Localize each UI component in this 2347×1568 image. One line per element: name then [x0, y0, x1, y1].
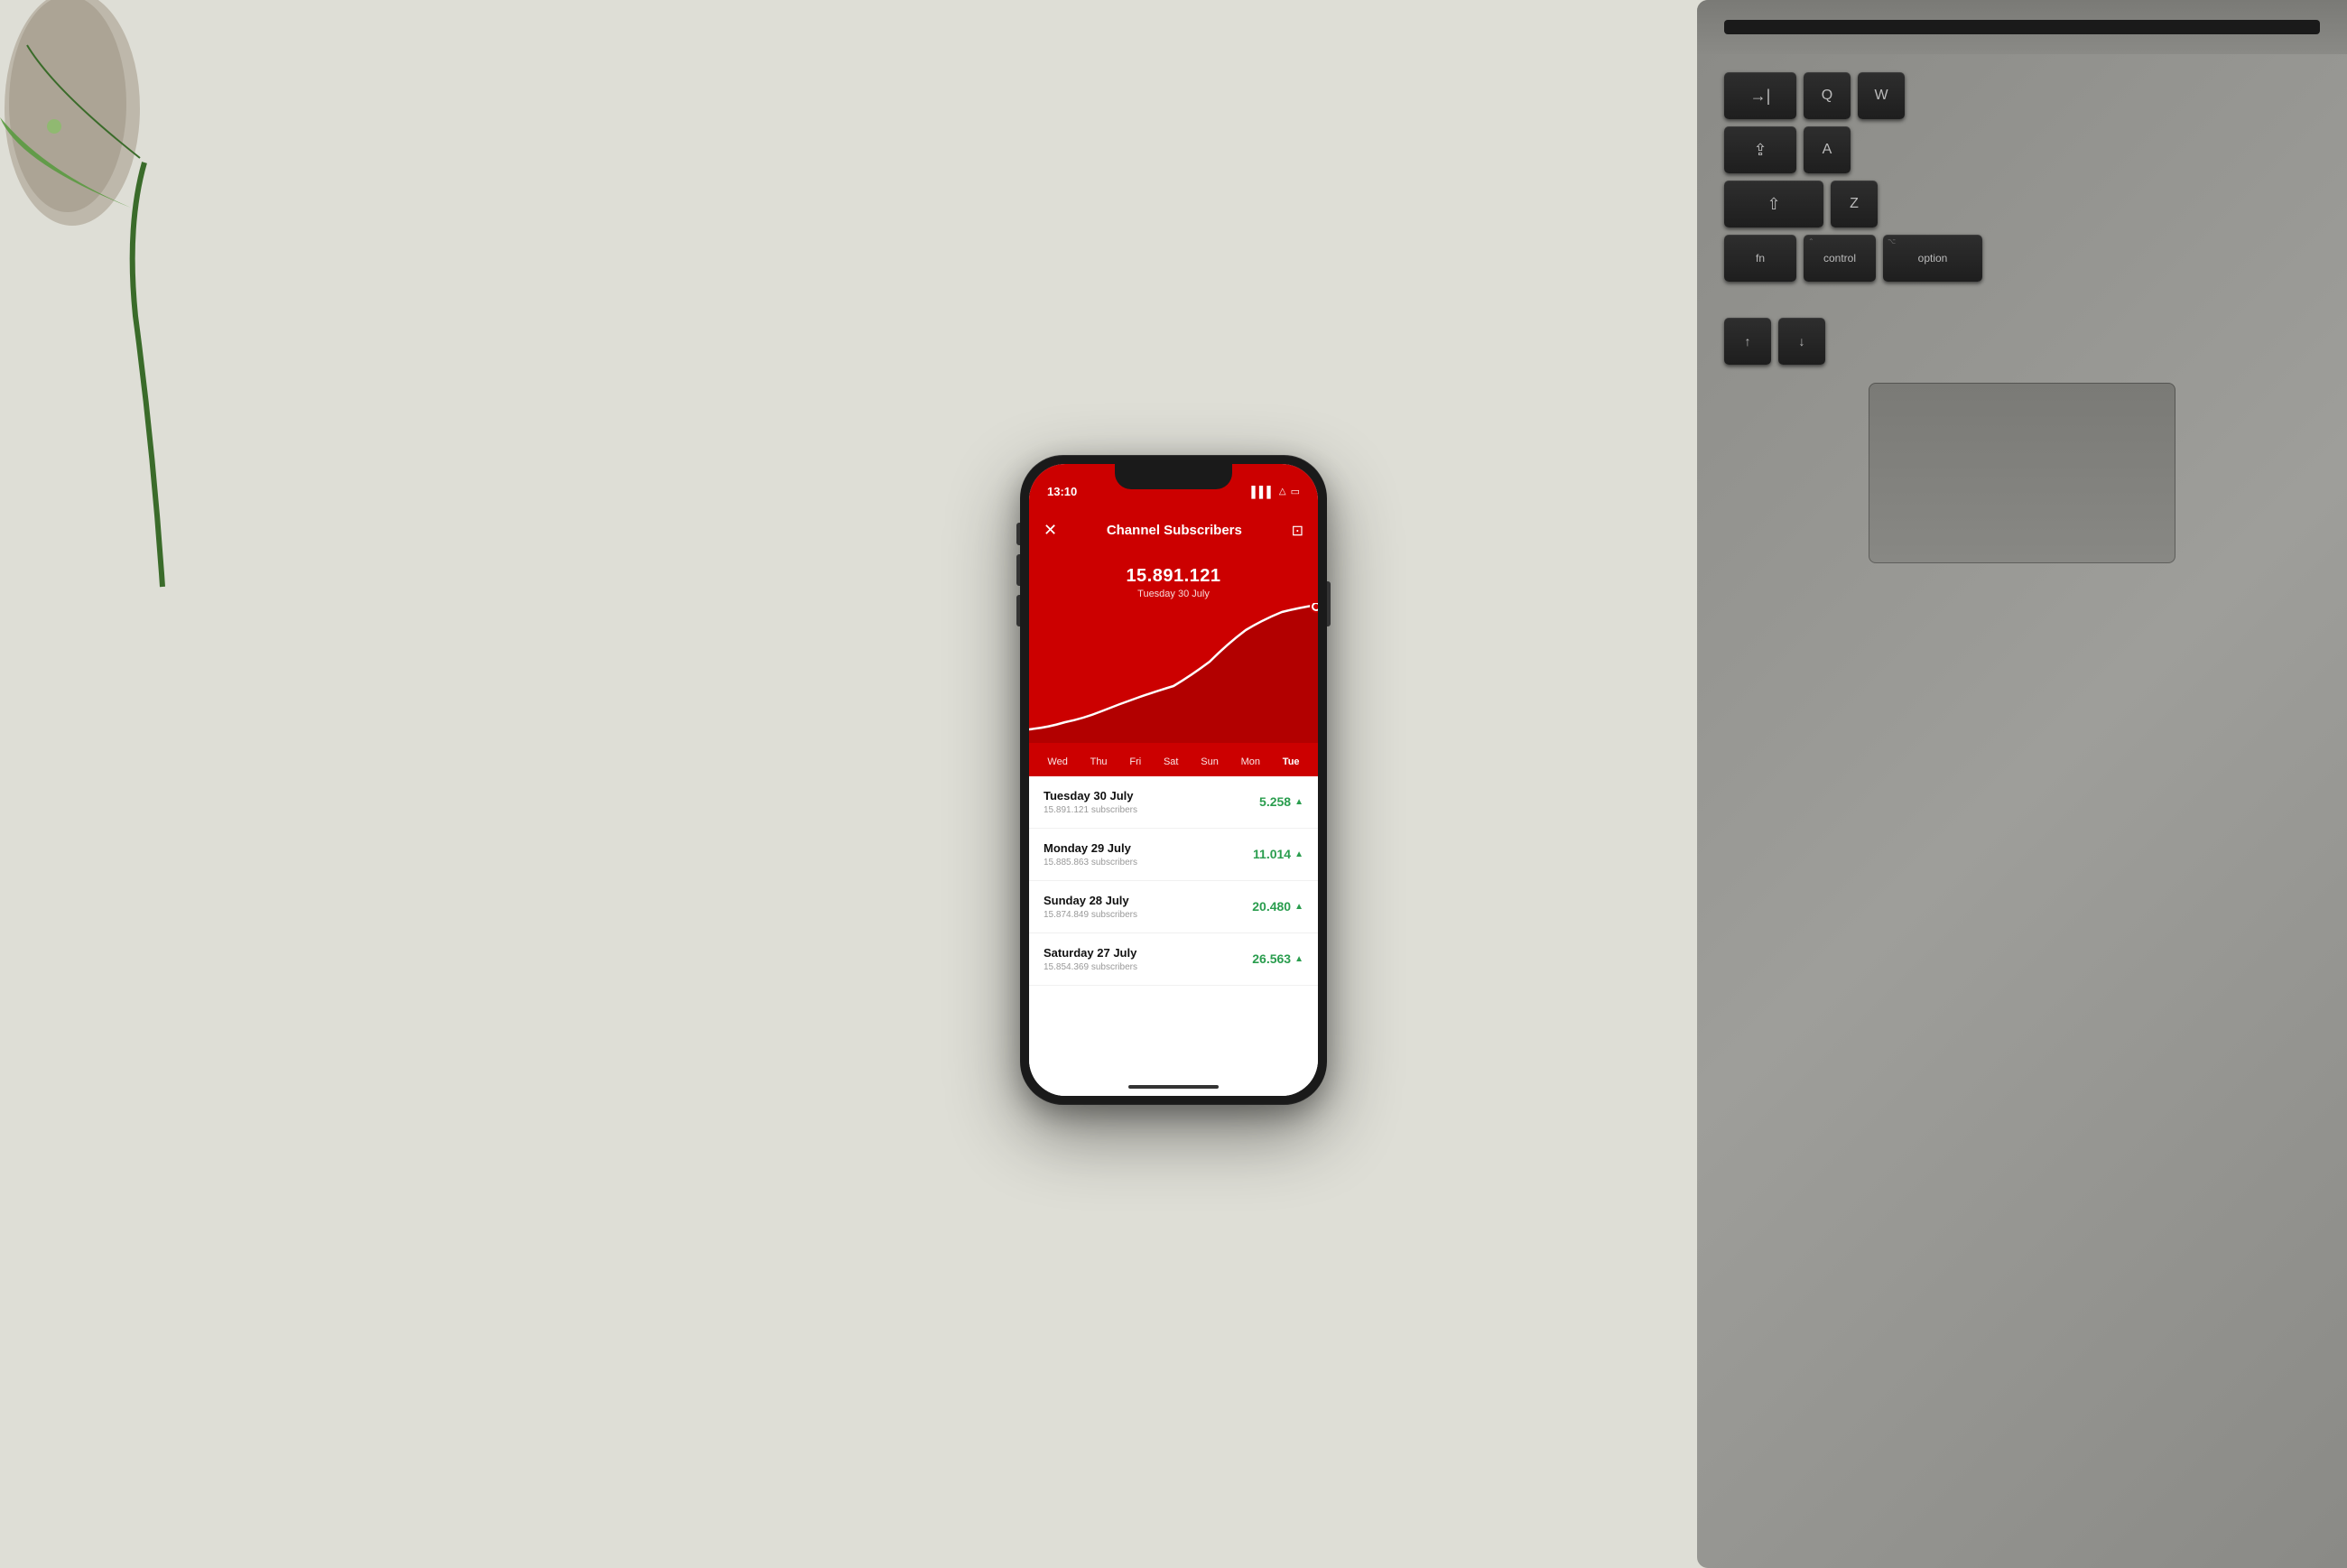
key-control: ⌃ control — [1804, 235, 1876, 282]
status-icons: ▌▌▌ △ ▭ — [1251, 486, 1300, 498]
list-item-value: 26.563 — [1252, 951, 1291, 966]
keyboard-keys: →| Q W ⇪ A ⇧ Z — [1697, 54, 2347, 599]
key-z: Z — [1831, 181, 1878, 227]
key-q: Q — [1804, 72, 1851, 119]
touch-bar — [1724, 20, 2320, 34]
trend-up-icon: ▲ — [1294, 797, 1303, 807]
list-item-subtitle: 15.874.849 subscribers — [1044, 910, 1137, 920]
camera-button[interactable]: ⊡ — [1292, 522, 1303, 540]
keyboard-row-3: ⇧ Z — [1724, 181, 2320, 227]
key-w: W — [1858, 72, 1905, 119]
wifi-icon: △ — [1279, 487, 1286, 496]
trend-up-icon: ▲ — [1294, 902, 1303, 912]
list-item-value: 20.480 — [1252, 899, 1291, 914]
list-item-value: 11.014 — [1253, 847, 1291, 861]
list-item-value: 5.258 — [1259, 794, 1291, 809]
keyboard-row-4: fn ⌃ control ⌥ option — [1724, 235, 2320, 282]
list-item-subtitle: 15.854.369 subscribers — [1044, 962, 1137, 972]
trend-up-icon: ▲ — [1294, 849, 1303, 859]
laptop-keyboard: →| Q W ⇪ A ⇧ Z — [1697, 0, 2347, 1568]
plant-decoration — [0, 0, 316, 632]
key-down: ↓ — [1778, 318, 1825, 365]
key-tab: →| — [1724, 72, 1796, 119]
phone-screen: 13:10 ▌▌▌ △ ▭ ✕ Channel Subscribers ⊡ 15… — [1029, 464, 1318, 1096]
battery-icon: ▭ — [1291, 486, 1300, 497]
list-item-title: Saturday 27 July — [1044, 946, 1137, 960]
list-item-value-container: 26.563 ▲ — [1252, 951, 1303, 966]
chart-area[interactable]: 15.891.121 Tuesday 30 July — [1029, 558, 1318, 747]
list-item: Tuesday 30 July 15.891.121 subscribers 5… — [1029, 776, 1318, 829]
key-caps: ⇪ — [1724, 126, 1796, 173]
list-item: Monday 29 July 15.885.863 subscribers 11… — [1029, 829, 1318, 881]
list-item-subtitle: 15.885.863 subscribers — [1044, 858, 1137, 868]
list-item-info: Sunday 28 July 15.874.849 subscribers — [1044, 894, 1137, 920]
day-sat: Sat — [1164, 756, 1179, 767]
list-item-subtitle: 15.891.121 subscribers — [1044, 805, 1137, 815]
list-item: Saturday 27 July 15.854.369 subscribers … — [1029, 933, 1318, 986]
phone-volume-up — [1016, 554, 1020, 586]
key-up: ↑ — [1724, 318, 1771, 365]
list-item-info: Saturday 27 July 15.854.369 subscribers — [1044, 946, 1137, 972]
day-fri: Fri — [1129, 756, 1141, 767]
day-tue: Tue — [1283, 756, 1300, 767]
day-labels-bar: Wed Thu Fri Sat Sun Mon Tue — [1029, 747, 1318, 778]
line-chart — [1029, 603, 1318, 747]
keyboard-row-5: ↑ ↓ — [1724, 318, 2320, 365]
subscriber-count: 15.891.121 — [1126, 566, 1220, 587]
trend-up-icon: ▲ — [1294, 954, 1303, 964]
day-sun: Sun — [1201, 756, 1219, 767]
phone-side-button — [1327, 581, 1331, 626]
day-thu: Thu — [1090, 756, 1108, 767]
key-fn: fn — [1724, 235, 1796, 282]
phone-mute-switch — [1016, 523, 1020, 545]
list-item-title: Sunday 28 July — [1044, 894, 1137, 907]
list-item-title: Monday 29 July — [1044, 841, 1137, 855]
phone-volume-down — [1016, 595, 1020, 626]
screen-title: Channel Subscribers — [1107, 523, 1242, 538]
list-item-info: Monday 29 July 15.885.863 subscribers — [1044, 841, 1137, 868]
phone-body: 13:10 ▌▌▌ △ ▭ ✕ Channel Subscribers ⊡ 15… — [1020, 455, 1327, 1105]
stats-list: Tuesday 30 July 15.891.121 subscribers 5… — [1029, 776, 1318, 1096]
keyboard-row-2: ⇪ A — [1724, 126, 2320, 173]
close-button[interactable]: ✕ — [1044, 521, 1057, 540]
list-item: Sunday 28 July 15.874.849 subscribers 20… — [1029, 881, 1318, 933]
key-a: A — [1804, 126, 1851, 173]
list-item-title: Tuesday 30 July — [1044, 789, 1137, 803]
keyboard-row-1: →| Q W — [1724, 72, 2320, 119]
key-option: ⌥ option — [1883, 235, 1982, 282]
trackpad[interactable] — [1869, 383, 2175, 563]
list-item-value-container: 11.014 ▲ — [1253, 847, 1303, 861]
stats-display: 15.891.121 Tuesday 30 July — [1029, 558, 1318, 608]
phone-device: 13:10 ▌▌▌ △ ▭ ✕ Channel Subscribers ⊡ 15… — [1020, 455, 1327, 1114]
list-item-value-container: 20.480 ▲ — [1252, 899, 1303, 914]
list-item-value-container: 5.258 ▲ — [1259, 794, 1303, 809]
signal-icon: ▌▌▌ — [1251, 486, 1275, 498]
home-indicator — [1128, 1085, 1219, 1089]
phone-notch — [1115, 464, 1232, 489]
stats-date: Tuesday 30 July — [1137, 589, 1210, 599]
key-shift-left: ⇧ — [1724, 181, 1823, 227]
list-item-info: Tuesday 30 July 15.891.121 subscribers — [1044, 789, 1137, 815]
day-wed: Wed — [1047, 756, 1067, 767]
day-mon: Mon — [1241, 756, 1260, 767]
app-header: ✕ Channel Subscribers ⊡ — [1029, 504, 1318, 558]
status-time: 13:10 — [1047, 485, 1077, 498]
touchbar-area — [1697, 0, 2347, 54]
